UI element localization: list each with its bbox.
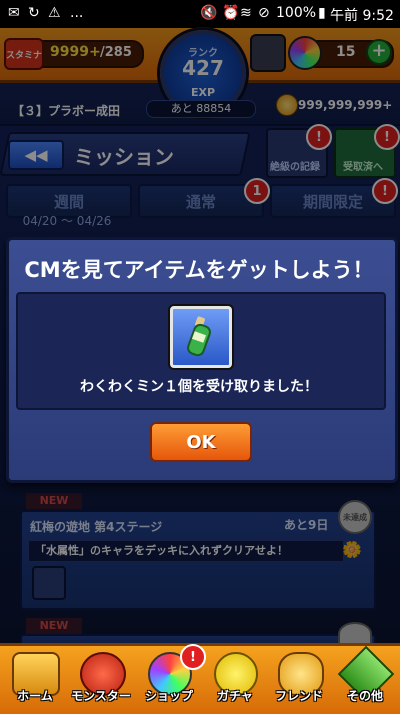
ok-button[interactable]: OK	[150, 422, 252, 462]
warning-icon: ⚠	[48, 5, 61, 21]
notification-icon: ✉	[8, 5, 20, 21]
item-frame	[170, 306, 232, 368]
battery-icon: ▮	[318, 5, 326, 21]
nav-gacha-label: ガチャ	[217, 689, 253, 703]
bottle-icon	[187, 316, 211, 357]
nav-monster[interactable]: モンスター	[66, 650, 136, 708]
nav-shop[interactable]: ! ショップ	[134, 644, 206, 708]
mute-icon: 🔇	[200, 5, 218, 21]
nav-other[interactable]: その他	[330, 645, 400, 708]
status-bar: ✉ ↻ ⚠ ... 🔇 ⏰ ≋ ⊘ 100% ▮ 午前 9:52	[0, 0, 400, 28]
nav-friend-label: フレンド	[274, 689, 323, 703]
nav-home-label: ホーム	[17, 689, 53, 703]
status-menu-dots: ...	[70, 5, 84, 21]
nav-gacha[interactable]: ガチャ	[200, 650, 270, 708]
no-sim-icon: ⊘	[258, 5, 270, 21]
dialog-message: わくわくミン１個を受け取りました！	[80, 379, 318, 395]
nav-monster-label: モンスター	[71, 689, 131, 703]
wifi-icon: ≋	[240, 5, 252, 21]
battery-percent: 100%	[276, 5, 317, 21]
clock: 午前 9:52	[330, 8, 394, 24]
sync-icon: ↻	[28, 5, 40, 21]
dialog-title: CMを見てアイテムをゲットしよう！	[24, 258, 374, 282]
nav-shop-label: ショップ	[144, 689, 193, 703]
nav-other-label: その他	[346, 689, 383, 703]
nav-home[interactable]: ホーム	[0, 650, 70, 708]
nav-friend[interactable]: フレンド	[264, 650, 334, 708]
alarm-icon: ⏰	[222, 5, 240, 21]
